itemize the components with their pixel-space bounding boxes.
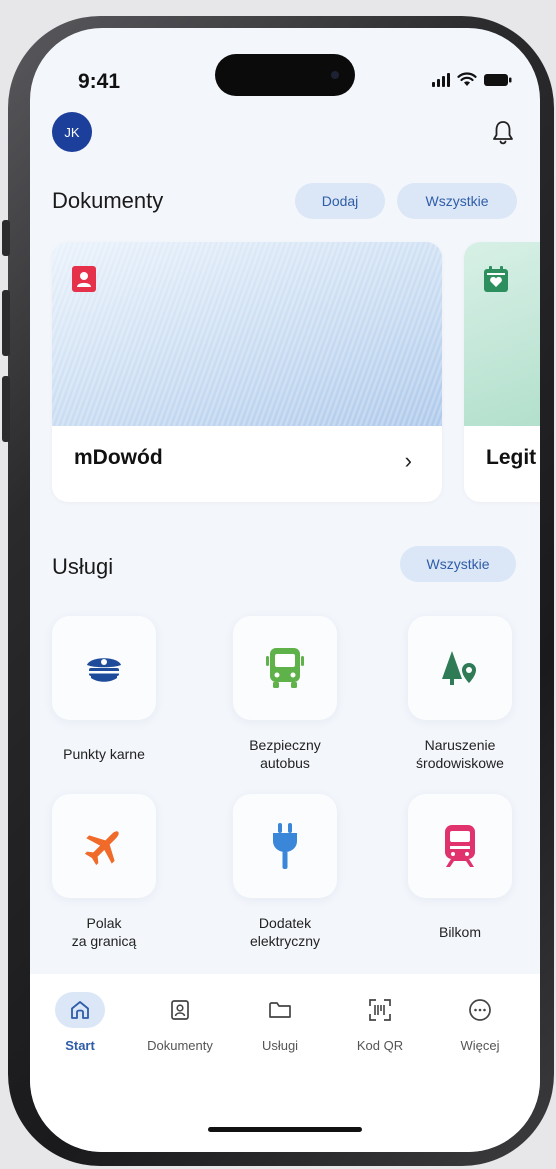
service-naruszenie-srodowiskowe[interactable]: Naruszenie środowiskowe: [380, 616, 540, 772]
tab-kod-qr[interactable]: Kod QR: [335, 992, 425, 1053]
notification-bell-icon[interactable]: [492, 120, 514, 146]
add-document-button[interactable]: Dodaj: [295, 183, 385, 219]
all-documents-button[interactable]: Wszystkie: [397, 183, 517, 219]
bus-icon: [266, 648, 304, 688]
phone-volume-down-button: [2, 376, 10, 442]
police-cap-icon: [87, 658, 121, 682]
document-name: Legit: [486, 446, 537, 469]
all-services-button[interactable]: Wszystkie: [400, 546, 516, 582]
phone-action-button: [2, 220, 10, 256]
document-card-image: [52, 242, 442, 426]
tab-dokumenty[interactable]: Dokumenty: [135, 992, 225, 1053]
documents-icon: [155, 992, 205, 1028]
service-bezpieczny-autobus[interactable]: Bezpieczny autobus: [205, 616, 365, 772]
plug-icon: [273, 823, 297, 869]
service-tile: [233, 794, 337, 898]
service-label: Bezpieczny autobus: [249, 737, 321, 771]
qr-scan-icon: [355, 992, 405, 1028]
service-tile: [52, 794, 156, 898]
service-tile: [408, 794, 512, 898]
service-label: Polak za granicą: [71, 915, 137, 949]
signal-icon: [432, 72, 450, 87]
service-label: Bilkom: [438, 924, 481, 940]
train-icon: [445, 825, 475, 867]
dynamic-island: [215, 54, 355, 96]
wifi-icon: [457, 72, 477, 86]
tab-label: Usługi: [261, 1038, 299, 1053]
folder-icon: [255, 992, 305, 1028]
chevron-right-icon: ›: [404, 448, 412, 473]
battery-icon: [484, 73, 512, 86]
phone-volume-up-button: [2, 290, 10, 356]
documents-title: Dokumenty: [52, 188, 164, 213]
service-tile: [408, 616, 512, 720]
service-tile: [233, 616, 337, 720]
home-icon: [55, 992, 105, 1028]
id-card-icon: [72, 266, 96, 292]
tab-label: Kod QR: [356, 1038, 404, 1053]
airplane-icon: [84, 831, 119, 866]
tab-label: Więcej: [460, 1038, 500, 1053]
document-card-mdowod[interactable]: mDowód ›: [52, 242, 442, 502]
tab-start[interactable]: Start: [35, 992, 125, 1053]
tab-label: Dokumenty: [147, 1038, 213, 1053]
tree-location-icon: [442, 651, 476, 685]
more-icon: [455, 992, 505, 1028]
tab-label: Start: [65, 1038, 95, 1053]
service-label: Punkty karne: [63, 746, 145, 762]
status-time: 9:41: [78, 70, 121, 93]
document-card-legit[interactable]: Legit: [464, 242, 540, 502]
document-name: mDowód: [74, 446, 163, 469]
tab-wiecej[interactable]: Więcej: [435, 992, 525, 1053]
service-label: Naruszenie środowiskowe: [416, 737, 504, 771]
bottom-tab-bar: Start Dokumenty Usługi Kod QR Więcej: [30, 974, 540, 1152]
status-icons: [432, 72, 512, 87]
service-punkty-karne[interactable]: Punkty karne: [30, 616, 184, 772]
service-bilkom[interactable]: Bilkom: [380, 794, 540, 950]
app-screen: 9:41 JK Dokumenty Dodaj Wszystkie mDowód: [30, 28, 540, 1152]
service-label: Dodatek elektryczny: [249, 915, 321, 949]
tab-uslugi[interactable]: Usługi: [235, 992, 325, 1053]
service-dodatek-elektryczny[interactable]: Dodatek elektryczny: [205, 794, 365, 950]
avatar[interactable]: JK: [52, 112, 92, 152]
home-indicator[interactable]: [208, 1127, 362, 1132]
services-title: Usługi: [52, 554, 114, 579]
service-tile: [52, 616, 156, 720]
calendar-heart-icon: [484, 266, 508, 292]
service-polak-za-granica[interactable]: Polak za granicą: [30, 794, 184, 950]
